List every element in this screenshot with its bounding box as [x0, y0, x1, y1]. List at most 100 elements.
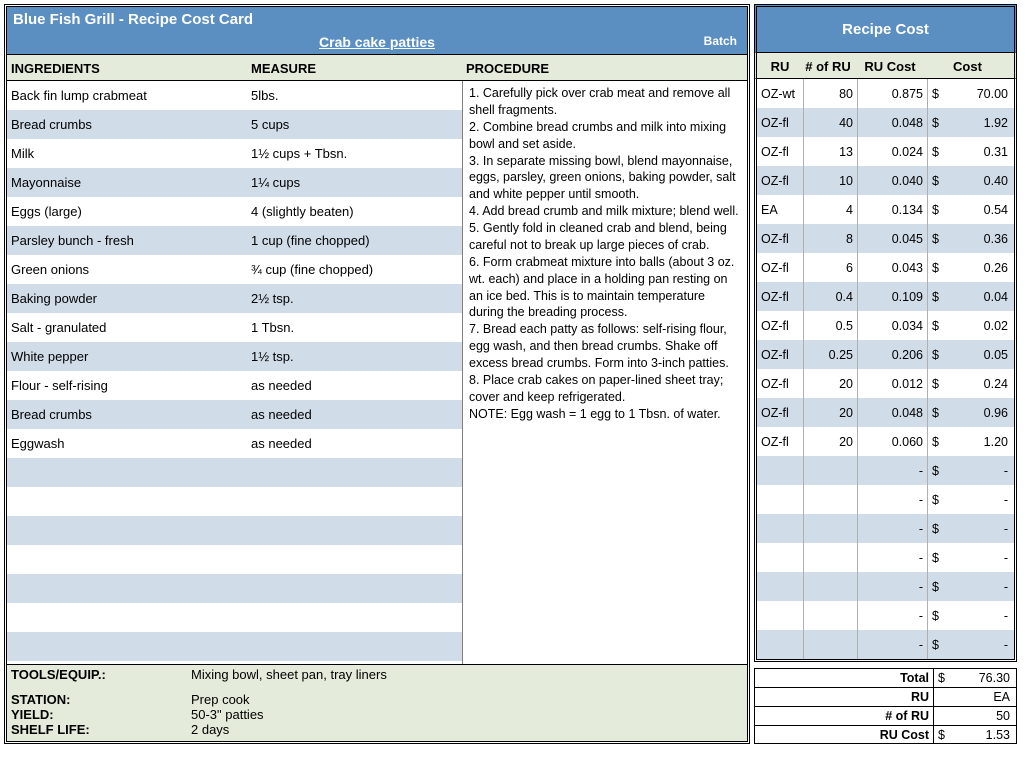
cost-num-ru: 0.25	[803, 340, 857, 369]
cost-ru: OZ-fl	[757, 166, 803, 195]
batch-label: Batch	[704, 34, 737, 48]
header-ru-cost: RU Cost	[857, 59, 927, 74]
ingredient-measure: 5lbs.	[251, 88, 462, 103]
cost-ru: OZ-fl	[757, 311, 803, 340]
ingredient-row: Milk1½ cups + Tbsn.	[7, 139, 462, 168]
cost-num-ru	[803, 630, 857, 659]
cost-ru-cost: 0.109	[857, 282, 927, 311]
ingredient-row: Green onions¾ cup (fine chopped)	[7, 255, 462, 284]
ingredient-name: Flour - self-rising	[11, 378, 251, 393]
header-procedure: PROCEDURE	[466, 61, 743, 76]
shelf-value: 2 days	[191, 722, 743, 737]
cost-amount: $1.92	[927, 108, 1014, 137]
ingredient-measure: 1½ cups + Tbsn.	[251, 146, 462, 161]
cost-ru-cost: 0.012	[857, 369, 927, 398]
cost-ru: OZ-fl	[757, 398, 803, 427]
procedure-step: 2. Combine bread crumbs and milk into mi…	[469, 119, 741, 153]
cost-row: OZ-fl0.40.109$0.04	[757, 282, 1014, 311]
cost-ru-cost: 0.875	[857, 79, 927, 108]
cost-ru-cost: -	[857, 543, 927, 572]
totals-block: Total$76.30 RUEA # of RU50 RU Cost$1.53	[754, 668, 1017, 744]
cost-amount: $0.04	[927, 282, 1014, 311]
right-panel: Recipe Cost RU # of RU RU Cost Cost OZ-w…	[754, 4, 1017, 744]
left-panel: Blue Fish Grill - Recipe Cost Card Crab …	[4, 4, 750, 744]
cost-num-ru: 20	[803, 427, 857, 456]
ingredient-name: Milk	[11, 146, 251, 161]
procedure-column: 1. Carefully pick over crab meat and rem…	[462, 81, 747, 664]
cost-amount: $0.26	[927, 253, 1014, 282]
cost-num-ru: 80	[803, 79, 857, 108]
cost-row: OZ-fl100.040$0.40	[757, 166, 1014, 195]
cost-num-ru: 20	[803, 398, 857, 427]
cost-ru: OZ-fl	[757, 224, 803, 253]
cost-row: -$-	[757, 514, 1014, 543]
procedure-step: 4. Add bread crumb and milk mixture; ble…	[469, 203, 741, 220]
cost-ru	[757, 630, 803, 659]
cost-ru: OZ-fl	[757, 253, 803, 282]
cost-ru-cost: 0.024	[857, 137, 927, 166]
yield-label: YIELD:	[11, 707, 191, 722]
ingredient-row: Bread crumbsas needed	[7, 400, 462, 429]
ingredient-row: Parsley bunch - fresh1 cup (fine chopped…	[7, 226, 462, 255]
ingredient-name: Eggs (large)	[11, 204, 251, 219]
recipe-cost-title: Recipe Cost	[754, 4, 1017, 52]
cost-amount: $-	[927, 514, 1014, 543]
cost-num-ru	[803, 543, 857, 572]
cost-row: -$-	[757, 601, 1014, 630]
ingredient-name: Bread crumbs	[11, 407, 251, 422]
cost-amount: $0.31	[927, 137, 1014, 166]
cost-ru-cost: 0.048	[857, 108, 927, 137]
station-label: STATION:	[11, 692, 191, 707]
cost-ru	[757, 514, 803, 543]
column-headers: INGREDIENTS MEASURE PROCEDURE	[7, 54, 747, 81]
cost-ru: OZ-fl	[757, 340, 803, 369]
cost-amount: $-	[927, 572, 1014, 601]
header-num-ru: # of RU	[803, 59, 857, 74]
footer-block: TOOLS/EQUIP.:Mixing bowl, sheet pan, tra…	[7, 664, 747, 741]
main-content: Back fin lump crabmeat5lbs. Bread crumbs 5…	[7, 81, 747, 664]
recipe-cost-card: Blue Fish Grill - Recipe Cost Card Crab …	[4, 4, 1021, 744]
cost-row: OZ-fl200.048$0.96	[757, 398, 1014, 427]
shelf-label: SHELF LIFE:	[11, 722, 191, 737]
ingredient-row	[7, 632, 462, 661]
cost-num-ru: 13	[803, 137, 857, 166]
ingredient-row: Eggwashas needed	[7, 429, 462, 458]
ingredient-row	[7, 603, 462, 632]
ingredient-row: White pepper1½ tsp.	[7, 342, 462, 371]
cost-num-ru: 0.5	[803, 311, 857, 340]
header-ingredients: INGREDIENTS	[11, 61, 251, 76]
cost-num-ru: 8	[803, 224, 857, 253]
cost-ru-cost: -	[857, 485, 927, 514]
ingredient-name: Parsley bunch - fresh	[11, 233, 251, 248]
cost-amount: $0.96	[927, 398, 1014, 427]
total-label: Total	[755, 669, 934, 687]
total-numru-value: 50	[948, 709, 1010, 723]
cost-amount: $0.24	[927, 369, 1014, 398]
cost-num-ru	[803, 456, 857, 485]
cost-ru-cost: 0.060	[857, 427, 927, 456]
cost-ru-cost: -	[857, 630, 927, 659]
cost-amount: $-	[927, 601, 1014, 630]
cost-ru	[757, 543, 803, 572]
cost-ru: OZ-fl	[757, 427, 803, 456]
cost-ru: OZ-fl	[757, 282, 803, 311]
ingredient-row	[7, 516, 462, 545]
ingredient-measure: 2½ tsp.	[251, 291, 462, 306]
ingredient-row: Mayonnaise1¼ cups	[7, 168, 462, 197]
cost-row: -$-	[757, 485, 1014, 514]
cost-num-ru: 6	[803, 253, 857, 282]
recipe-name: Crab cake patties	[319, 34, 435, 50]
cost-ru-cost: 0.040	[857, 166, 927, 195]
cost-amount: $0.05	[927, 340, 1014, 369]
cost-num-ru	[803, 514, 857, 543]
cost-ru: OZ-wt	[757, 79, 803, 108]
ingredient-measure: as needed	[251, 436, 462, 451]
cost-num-ru	[803, 485, 857, 514]
total-rucost-value: 1.53	[948, 728, 1010, 742]
cost-amount: $70.00	[927, 79, 1014, 108]
cost-num-ru: 4	[803, 195, 857, 224]
ingredient-row: Back fin lump crabmeat5lbs.	[7, 81, 462, 110]
cost-amount: $-	[927, 543, 1014, 572]
ingredient-name: Salt - granulated	[11, 320, 251, 335]
cost-row: -$-	[757, 572, 1014, 601]
